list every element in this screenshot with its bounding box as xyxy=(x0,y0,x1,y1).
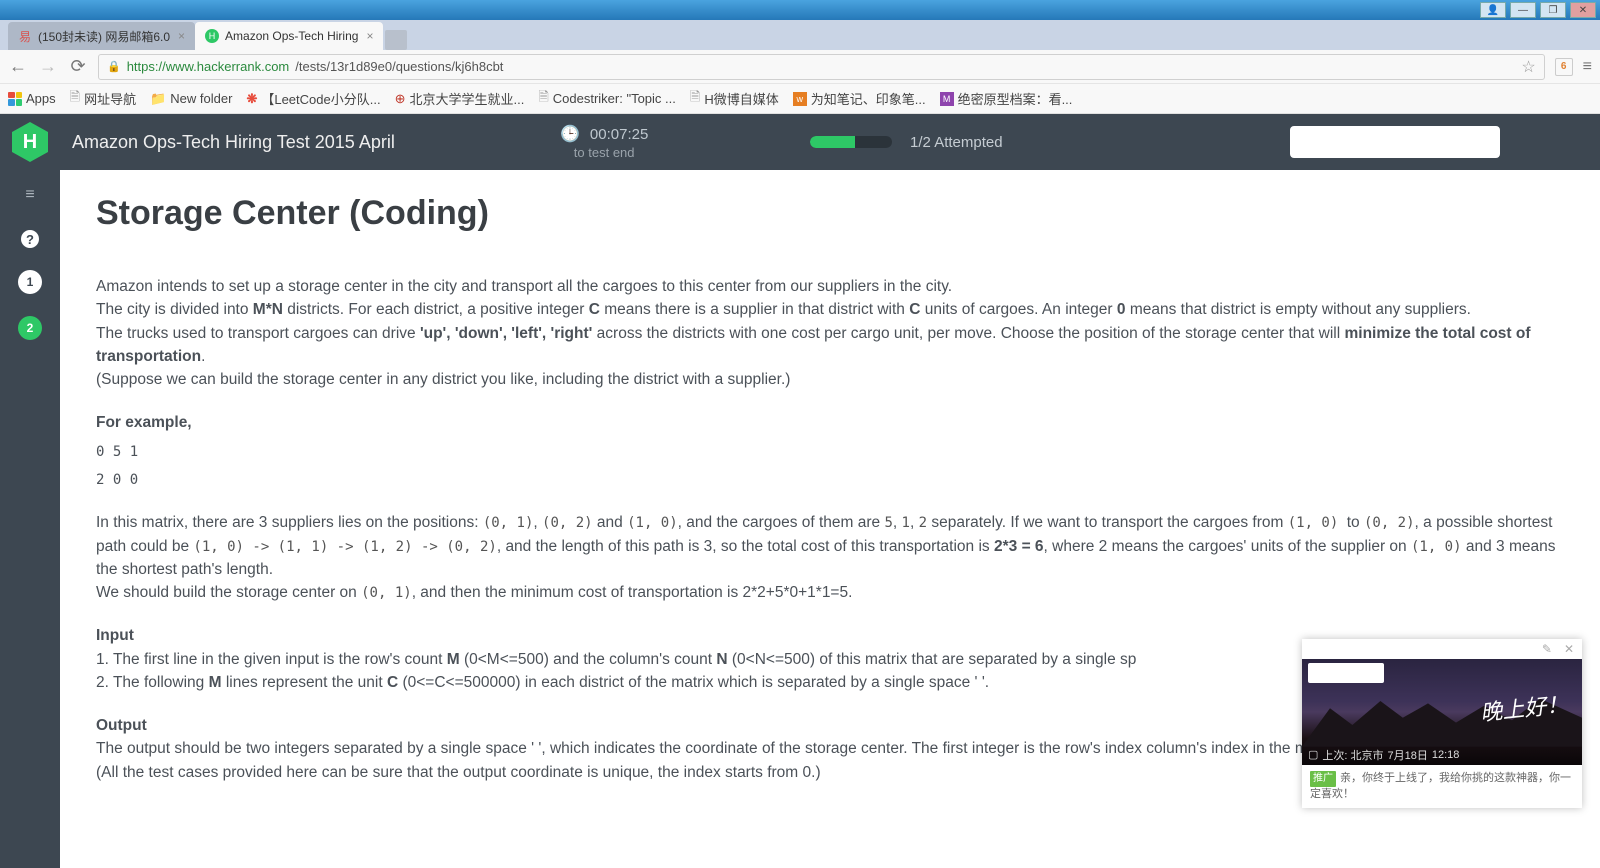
minimize-button[interactable]: — xyxy=(1510,2,1536,18)
bookmark-label: 绝密原型档案：看... xyxy=(958,89,1073,108)
apps-label: Apps xyxy=(26,91,56,106)
popup-time: 12:18 xyxy=(1432,749,1460,761)
location-icon: ▢ xyxy=(1308,748,1318,761)
lc-icon: ❋ xyxy=(246,91,257,107)
timer-value: 00:07:25 xyxy=(590,126,648,143)
popup-image: 晚上好！ ▢ 上次: 北京市 7月18日 12:18 xyxy=(1302,659,1582,765)
question-title: Storage Center (Coding) xyxy=(96,194,1564,233)
new-tab-button[interactable] xyxy=(385,30,407,50)
bookmark-label: 为知笔记、印象笔... xyxy=(811,89,926,108)
matrix-row-1: 0 5 1 xyxy=(96,441,1564,463)
bookmark-star-icon[interactable]: ☆ xyxy=(1521,57,1535,77)
browser-tab-hackerrank[interactable]: H Amazon Ops-Tech Hiring × xyxy=(195,22,383,50)
clock-icon: 🕒 xyxy=(560,124,580,144)
example-explain-2: We should build the storage center on (0… xyxy=(96,581,1564,604)
netease-favicon: 易 xyxy=(18,29,32,43)
bookmark-item[interactable]: 🗎网址导航 xyxy=(70,88,136,110)
url-field[interactable]: 🔒 https://www.hackerrank.com/tests/13r1d… xyxy=(98,54,1545,80)
m-icon: M xyxy=(940,92,954,106)
bookmark-item[interactable]: ⊕北京大学学生就业... xyxy=(395,89,525,108)
attempted-label: 1/2 Attempted xyxy=(910,134,1003,151)
page-icon: 🗎 xyxy=(690,88,700,110)
url-path: /tests/13r1d89e0/questions/kj6h8cbt xyxy=(295,59,503,74)
reload-button[interactable]: ⟳ xyxy=(68,56,88,77)
question-nav-1[interactable]: 1 xyxy=(18,270,42,294)
progress-fill xyxy=(810,136,855,148)
progress-block: 1/2 Attempted xyxy=(810,134,1003,151)
back-button[interactable]: ← xyxy=(8,56,28,77)
tab-label: Amazon Ops-Tech Hiring xyxy=(225,29,358,43)
browser-tabbar: 易 (150封未读) 网易邮箱6.0 × H Amazon Ops-Tech H… xyxy=(0,20,1600,50)
wiz-icon: w xyxy=(793,92,807,106)
question-nav-2[interactable]: 2 xyxy=(18,316,42,340)
bookmark-bar: Apps 🗎网址导航 📁New folder ❋【LeetCode小分队... … xyxy=(0,84,1600,114)
notification-popup: ✎ ✕ 晚上好！ ▢ 上次: 北京市 7月18日 12:18 推广亲，你终于上线… xyxy=(1302,639,1582,808)
extension-badge[interactable]: 6 xyxy=(1555,58,1573,76)
forward-button[interactable]: → xyxy=(38,56,58,77)
para-intro: Amazon intends to set up a storage cente… xyxy=(96,275,1564,298)
left-sidebar: ≡ ? 1 2 xyxy=(0,170,60,868)
bookmark-folder[interactable]: 📁 New folder xyxy=(150,91,232,107)
bookmark-label: Codestriker: "Topic ... xyxy=(553,91,676,106)
list-icon[interactable]: ≡ xyxy=(17,182,43,208)
popup-ad[interactable]: 推广亲，你终于上线了，我给你挑的这款神器，你一定喜欢！ xyxy=(1302,765,1582,808)
pku-icon: ⊕ xyxy=(395,91,406,107)
user-area[interactable] xyxy=(1290,126,1500,158)
para-grid: The city is divided into M*N districts. … xyxy=(96,298,1564,321)
window-titlebar: 👤 — ❐ ✕ xyxy=(0,0,1600,20)
bookmark-label: 北京大学学生就业... xyxy=(409,89,524,108)
popup-edit-icon[interactable]: ✎ xyxy=(1542,642,1552,656)
hackerrank-logo[interactable]: H xyxy=(12,122,48,162)
example-explain-1: In this matrix, there are 3 suppliers li… xyxy=(96,511,1564,581)
lock-icon: 🔒 xyxy=(107,60,121,73)
apps-icon xyxy=(8,92,22,106)
folder-icon: 📁 xyxy=(150,91,166,107)
bookmark-item[interactable]: 🗎 Codestriker: "Topic ... xyxy=(538,88,676,110)
bookmark-label: 网址导航 xyxy=(84,89,136,108)
bookmark-label: New folder xyxy=(170,91,232,106)
example-heading: For example, xyxy=(96,411,1564,434)
test-title: Amazon Ops-Tech Hiring Test 2015 April xyxy=(72,132,395,153)
bookmark-item[interactable]: ❋【LeetCode小分队... xyxy=(246,89,380,108)
bookmark-label: H微博自媒体 xyxy=(704,89,778,108)
window-close-button[interactable]: ✕ xyxy=(1570,2,1596,18)
para-note: (Suppose we can build the storage center… xyxy=(96,368,1564,391)
bookmark-item[interactable]: M 绝密原型档案：看... xyxy=(940,89,1073,108)
bookmark-item[interactable]: w 为知笔记、印象笔... xyxy=(793,89,926,108)
timer-block: 🕒 00:07:25 to test end xyxy=(560,124,648,160)
url-host: https://www.hackerrank.com xyxy=(127,59,290,74)
hackerrank-favicon: H xyxy=(205,29,219,43)
page-icon: 🗎 xyxy=(538,88,548,110)
para-moves: The trucks used to transport cargoes can… xyxy=(96,322,1564,369)
close-tab-icon[interactable]: × xyxy=(178,29,185,43)
popup-close-icon[interactable]: ✕ xyxy=(1564,642,1574,656)
window-user-icon[interactable]: 👤 xyxy=(1480,2,1506,18)
popup-toolbar: ✎ ✕ xyxy=(1302,639,1582,659)
apps-shortcut[interactable]: Apps xyxy=(8,91,56,106)
bookmark-label: 【LeetCode小分队... xyxy=(261,89,380,108)
progress-bar xyxy=(810,136,892,148)
tab-label: (150封未读) 网易邮箱6.0 xyxy=(38,28,170,45)
popup-date: 7月18日 xyxy=(1388,747,1428,763)
popup-loc: 上次: 北京市 xyxy=(1322,747,1383,763)
maximize-button[interactable]: ❐ xyxy=(1540,2,1566,18)
page-icon: 🗎 xyxy=(70,88,80,110)
app-header: H Amazon Ops-Tech Hiring Test 2015 April… xyxy=(0,114,1600,170)
matrix-row-2: 2 0 0 xyxy=(96,469,1564,491)
help-icon[interactable]: ? xyxy=(21,230,39,248)
timer-sublabel: to test end xyxy=(574,145,635,160)
close-tab-icon[interactable]: × xyxy=(366,29,373,43)
popup-location-info: ▢ 上次: 北京市 7月18日 12:18 xyxy=(1308,747,1459,763)
ad-text: 亲，你终于上线了，我给你挑的这款神器，你一定喜欢！ xyxy=(1310,772,1571,800)
bookmark-item[interactable]: 🗎H微博自媒体 xyxy=(690,88,779,110)
browser-menu-icon[interactable]: ≡ xyxy=(1583,58,1592,76)
browser-tab-netease[interactable]: 易 (150封未读) 网易邮箱6.0 × xyxy=(8,22,195,50)
popup-blank-box xyxy=(1308,663,1384,683)
address-bar: ← → ⟳ 🔒 https://www.hackerrank.com/tests… xyxy=(0,50,1600,84)
ad-tag: 推广 xyxy=(1310,771,1336,787)
